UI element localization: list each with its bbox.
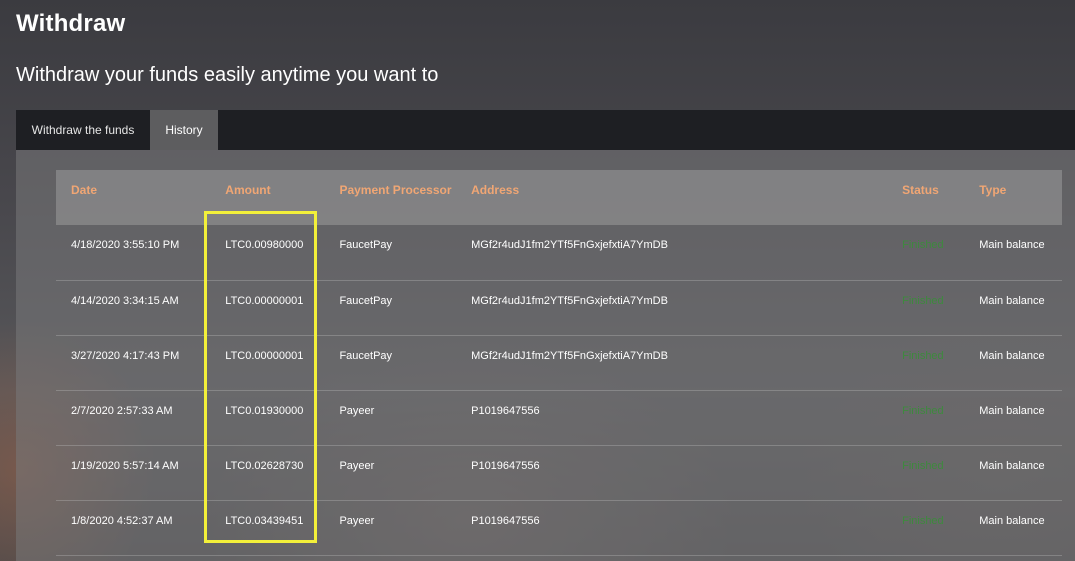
page-subtitle: Withdraw your funds easily anytime you w… — [16, 64, 439, 86]
cell-date: 1/19/2020 5:57:14 AM — [71, 459, 179, 472]
cell-type: Main balance — [979, 404, 1045, 417]
table-row: 1/8/2020 4:52:37 AM LTC0.03439451 Payeer… — [56, 500, 1062, 555]
cell-processor: Payeer — [339, 514, 375, 527]
cell-processor: Payeer — [339, 459, 375, 472]
cell-status: Finished — [902, 459, 944, 472]
cell-address: P1019647556 — [471, 404, 540, 417]
header-payment-processor: Payment Processor — [339, 183, 452, 197]
cell-address: MGf2r4udJ1fm2YTf5FnGxjefxtiA7YmDB — [471, 294, 668, 307]
cell-address: MGf2r4udJ1fm2YTf5FnGxjefxtiA7YmDB — [471, 349, 668, 362]
cell-status: Finished — [902, 514, 944, 527]
header-date: Date — [71, 183, 98, 197]
table-row: 3/27/2020 4:17:43 PM LTC0.00000001 Fauce… — [56, 335, 1062, 390]
cell-status: Finished — [902, 239, 944, 251]
tab-history[interactable]: History — [150, 110, 218, 150]
table-row: 4/14/2020 3:34:15 AM LTC0.00000001 Fauce… — [56, 280, 1062, 335]
table-row: 2/7/2020 2:57:33 AM LTC0.01930000 Payeer… — [56, 390, 1062, 445]
withdraw-history-table: Date Amount Payment Processor Address St… — [56, 170, 1062, 556]
cell-amount: LTC0.03439451 — [225, 514, 304, 527]
cell-type: Main balance — [979, 239, 1045, 251]
cell-type: Main balance — [979, 459, 1045, 472]
cell-processor: FaucetPay — [339, 294, 393, 307]
cell-status: Finished — [902, 294, 944, 307]
header-status: Status — [902, 183, 939, 197]
cell-type: Main balance — [979, 294, 1045, 307]
cell-address: MGf2r4udJ1fm2YTf5FnGxjefxtiA7YmDB — [471, 239, 668, 251]
cell-type: Main balance — [979, 514, 1045, 527]
tab-withdraw-the-funds[interactable]: Withdraw the funds — [16, 110, 150, 150]
cell-processor: FaucetPay — [339, 239, 393, 251]
header-address: Address — [471, 183, 520, 197]
cell-type: Main balance — [979, 349, 1045, 362]
cell-date: 4/14/2020 3:34:15 AM — [71, 294, 179, 307]
cell-status: Finished — [902, 349, 944, 362]
cell-status: Finished — [902, 404, 944, 417]
cell-date: 1/8/2020 4:52:37 AM — [71, 514, 173, 527]
cell-address: P1019647556 — [471, 514, 540, 527]
cell-amount: LTC0.00000001 — [225, 349, 304, 362]
header-type: Type — [979, 183, 1007, 197]
table-row: 1/19/2020 5:57:14 AM LTC0.02628730 Payee… — [56, 445, 1062, 500]
cell-amount: LTC0.01930000 — [225, 404, 304, 417]
table-row: 4/18/2020 3:55:10 PM LTC0.00980000 Fauce… — [56, 225, 1062, 280]
cell-date: 3/27/2020 4:17:43 PM — [71, 349, 180, 362]
cell-date: 2/7/2020 2:57:33 AM — [71, 404, 173, 417]
cell-amount: LTC0.00980000 — [225, 239, 304, 251]
cell-processor: FaucetPay — [339, 349, 393, 362]
cell-processor: Payeer — [339, 404, 375, 417]
header-amount: Amount — [225, 183, 271, 197]
cell-amount: LTC0.00000001 — [225, 294, 304, 307]
tab-bar: Withdraw the funds History — [16, 110, 1075, 150]
cell-date: 4/18/2020 3:55:10 PM — [71, 239, 180, 251]
cell-address: P1019647556 — [471, 459, 540, 472]
cell-amount: LTC0.02628730 — [225, 459, 304, 472]
table-header-row: Date Amount Payment Processor Address St… — [56, 170, 1062, 225]
page-title: Withdraw — [16, 10, 126, 37]
